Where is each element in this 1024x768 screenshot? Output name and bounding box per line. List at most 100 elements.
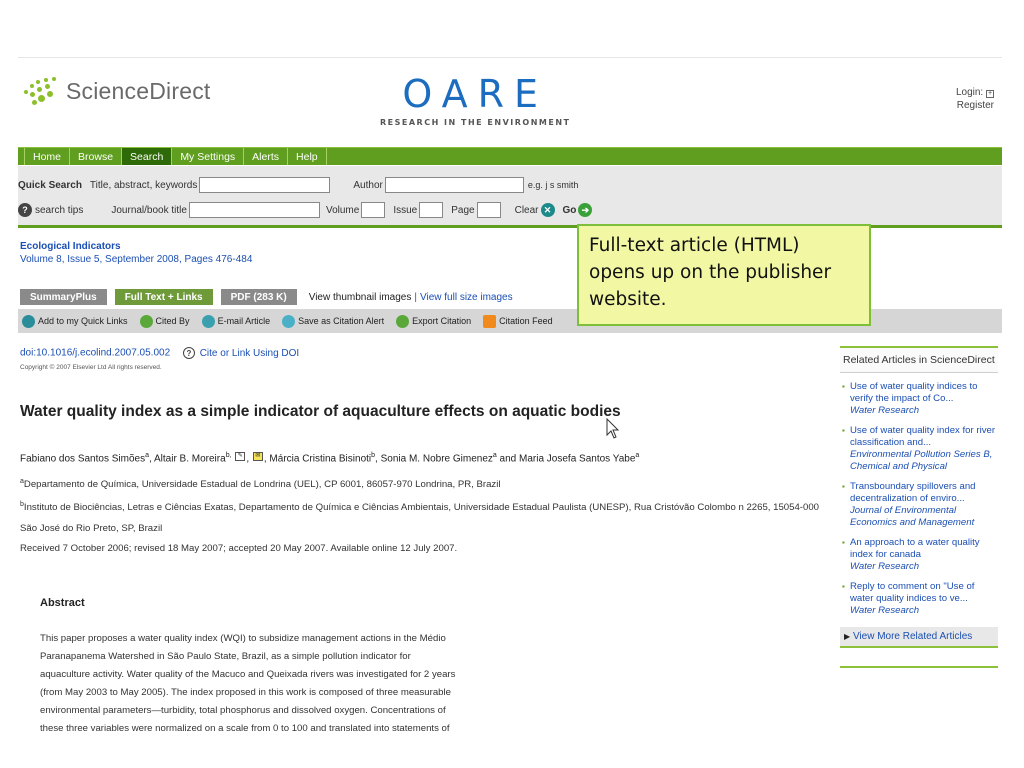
go-button[interactable]: Go ➔ [563,203,593,217]
sciencedirect-logo[interactable]: ScienceDirect [22,76,211,106]
search-tips-link[interactable]: search tips [35,205,83,216]
related-title[interactable]: Transboundary spillovers and decentraliz… [850,481,998,505]
doi-line: doi:10.1016/j.ecolind.2007.05.002 ? Cite… [20,347,299,359]
tab-summaryplus[interactable]: SummaryPlus [20,289,107,305]
tab-pdf[interactable]: PDF (283 K) [220,289,297,305]
export-icon [396,314,410,328]
nav-browse[interactable]: Browse [70,148,123,165]
article-view-tabs: SummaryPlus Full Text + Links PDF (283 K… [20,289,513,305]
issue-label: Issue [393,204,418,216]
brand-name: ScienceDirect [66,77,211,104]
related-item[interactable]: Use of water quality index for river cla… [840,425,998,473]
oare-logo[interactable]: OARE RESEARCH IN THE ENVIRONMENT [380,74,570,127]
corresponding-author-icon[interactable]: ✎ [235,452,246,462]
related-item[interactable]: Reply to comment on "Use of water qualit… [840,581,998,617]
nav-alerts[interactable]: Alerts [244,148,289,165]
page-input[interactable] [476,202,501,218]
tab-fulltext-links[interactable]: Full Text + Links [114,289,213,305]
help-icon[interactable]: ? [18,203,32,217]
journal-name-link[interactable]: Ecological Indicators [20,240,252,253]
abstract-line: Paranapanema Watershed in São Paulo Stat… [40,651,411,662]
related-item[interactable]: Use of water quality indices to verify t… [840,381,998,417]
journal-volume-link[interactable]: Volume 8, Issue 5, September 2008, Pages… [20,253,252,266]
citation-feed-button[interactable]: Citation Feed [483,314,553,328]
related-heading: Related Articles in ScienceDirect [840,346,998,373]
cite-help-icon[interactable]: ? [182,347,195,359]
caret-right-icon: ▶ [844,632,851,641]
view-full-size-link[interactable]: View full size images [420,292,513,303]
go-label: Go [562,204,577,216]
author-name[interactable]: , Altair B. Moreira [149,453,226,464]
nav-search[interactable]: Search [122,148,173,165]
related-item[interactable]: An approach to a water quality index for… [840,537,998,573]
related-title[interactable]: Use of water quality indices to verify t… [850,381,998,405]
abstract-line: aquaculture activity. Water quality of t… [40,669,456,680]
affiliation-b: bInstituto de Biociências, Letras e Ciên… [20,501,819,513]
annotation-callout: Full-text article (HTML) opens up on the… [577,224,871,326]
export-citation-button[interactable]: Export Citation [396,314,472,328]
affiliation-a-text: Departamento de Química, Universidade Es… [23,479,501,491]
nav-help[interactable]: Help [288,148,327,165]
tool-label: Add to my Quick Links [38,316,128,326]
related-journal: Environmental Pollution Series B, Chemic… [850,449,993,472]
cited-by-button[interactable]: Cited By [139,314,190,328]
mouse-pointer-icon [606,418,620,439]
oare-subtitle: RESEARCH IN THE ENVIRONMENT [380,118,571,127]
citation-alert-button[interactable]: Save as Citation Alert [282,314,385,328]
nav-home[interactable]: Home [24,148,71,165]
tool-label: Citation Feed [499,316,553,326]
author-name[interactable]: , Sonia M. Nobre Gimenez [375,453,493,464]
email-author-icon[interactable]: ✉ [252,452,263,462]
author-affil-sup: b, [225,452,232,459]
oare-title: OARE [402,72,549,116]
login-area: Login: + Register [956,86,994,112]
view-more-related-button[interactable]: ▶ View More Related Articles [840,627,998,648]
author-name[interactable]: , Márcia Cristina Bisinoti [264,453,371,464]
rss-feed-icon [483,314,497,328]
view-more-label: View More Related Articles [852,631,973,642]
author-label: Author [353,179,383,191]
clear-label: Clear [514,204,539,216]
doi-link[interactable]: doi:10.1016/j.ecolind.2007.05.002 [20,348,170,359]
journal-input[interactable] [188,202,320,218]
copyright: Copyright © 2007 Elsevier Ltd All rights… [20,364,162,371]
cite-doi-link[interactable]: Cite or Link Using DOI [200,348,299,359]
view-thumbnails-label[interactable]: View thumbnail images [309,292,412,303]
issue-input[interactable] [419,202,444,218]
nav-my-settings[interactable]: My Settings [172,148,245,165]
login-link[interactable]: Login: [956,87,983,98]
author-name[interactable]: and Maria Josefa Santos Yabe [497,453,636,464]
clear-x-icon: ✕ [540,203,555,217]
abstract-line: (from May 2003 to May 2005). The index p… [40,687,451,698]
add-quick-links-button[interactable]: Add to my Quick Links [22,314,128,328]
volume-input[interactable] [361,202,386,218]
related-title[interactable]: An approach to a water quality index for… [850,537,998,561]
author-name[interactable]: Fabiano dos Santos Simões [20,453,145,464]
received-dates: Received 7 October 2006; revised 18 May … [20,543,458,554]
tool-label: Save as Citation Alert [298,316,385,326]
clear-button[interactable]: Clear ✕ [515,203,555,217]
related-title[interactable]: Use of water quality index for river cla… [850,425,998,449]
sciencedirect-dots-icon [22,76,62,106]
abstract-line: This paper proposes a water quality inde… [40,633,446,644]
tool-label: Export Citation [412,316,472,326]
volume-label: Volume [325,204,360,216]
author-example: e.g. j s smith [527,180,579,190]
related-title[interactable]: Reply to comment on "Use of water qualit… [850,581,998,605]
register-link[interactable]: Register [956,99,994,112]
author-list: Fabiano dos Santos Simões a , Altair B. Mo… [20,452,639,464]
journal-label: Journal/book title [111,204,187,216]
main-nav: Home Browse Search My Settings Alerts He… [18,147,1002,165]
author-input[interactable] [384,177,524,193]
abstract-body: This paper proposes a water quality inde… [40,630,470,738]
related-item[interactable]: Transboundary spillovers and decentraliz… [840,481,998,529]
expand-icon[interactable]: + [986,90,994,98]
email-article-button[interactable]: E-mail Article [201,314,271,328]
tool-label: E-mail Article [217,316,271,326]
keywords-input[interactable] [199,177,331,193]
related-journal: Water Research [850,605,920,616]
article-title: Water quality index as a simple indicato… [20,403,621,420]
author-separator: , [246,453,252,465]
site-header: ScienceDirect OARE RESEARCH IN THE ENVIR… [18,70,1002,142]
abstract-line: environmental parameters—turbidity, tota… [40,705,446,716]
